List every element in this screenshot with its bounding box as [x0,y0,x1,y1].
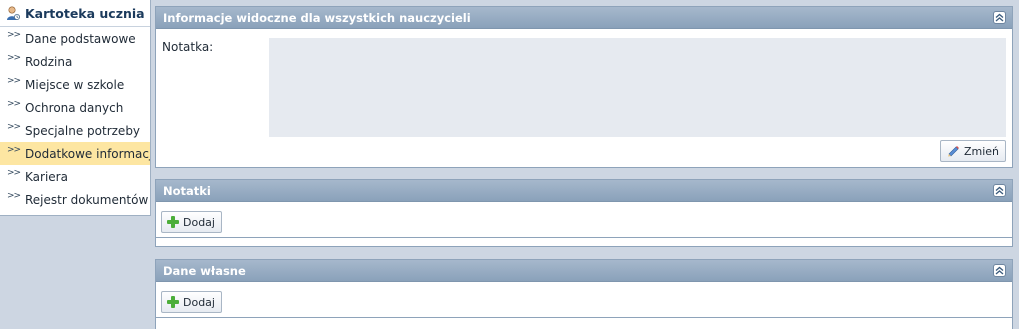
panel-title: Dane własne [163,263,246,278]
panel-header: Informacje widoczne dla wszystkich naucz… [156,7,1012,29]
add-note-button[interactable]: Dodaj [161,211,222,233]
divider [156,317,1012,318]
sidebar-item-miejsce-w-szkole[interactable]: >> Miejsce w szkole [0,73,150,96]
sidebar-item-specjalne-potrzeby[interactable]: >> Specjalne potrzeby [0,119,150,142]
panel-header: Dane własne [156,260,1012,282]
chevron-right-icon: >> [7,191,21,201]
chevron-right-icon: >> [7,76,21,86]
student-record-sidebar: Kartoteka ucznia >> Dane podstawowe >> R… [0,0,151,216]
sidebar-item-label: Ochrona danych [25,100,124,115]
add-button-label: Dodaj [183,215,215,229]
collapse-up-icon[interactable] [993,264,1006,277]
add-own-data-button[interactable]: Dodaj [161,291,222,313]
chevron-right-icon: >> [7,99,21,109]
plus-icon [167,296,179,308]
panel-title: Notatki [163,183,211,198]
chevron-right-icon: >> [7,122,21,132]
change-button-label: Zmień [963,144,999,158]
chevron-right-icon: >> [7,30,21,40]
collapse-up-icon[interactable] [993,11,1006,24]
panel-header: Notatki [156,180,1012,202]
change-button[interactable]: Zmień [939,140,1006,162]
sidebar-header: Kartoteka ucznia [0,0,150,27]
panel-title: Informacje widoczne dla wszystkich naucz… [163,10,471,25]
sidebar-item-rodzina[interactable]: >> Rodzina [0,50,150,73]
collapse-up-icon[interactable] [993,184,1006,197]
sidebar-item-rejestr-dokumentow[interactable]: >> Rejestr dokumentów [0,188,150,211]
sidebar-item-ochrona-danych[interactable]: >> Ochrona danych [0,96,150,119]
sidebar-item-kariera[interactable]: >> Kariera [0,165,150,188]
chevron-right-icon: >> [7,145,21,155]
notes-panel: Notatki Dodaj [155,179,1013,247]
sidebar-item-dane-podstawowe[interactable]: >> Dane podstawowe [0,27,150,50]
own-data-panel: Dane własne Dodaj [155,259,1013,329]
sidebar-item-label: Miejsce w szkole [25,77,125,92]
sidebar-item-label: Specjalne potrzeby [25,123,141,138]
divider [156,237,1012,238]
plus-icon [167,216,179,228]
chevron-right-icon: >> [7,168,21,178]
sidebar-item-label: Rejestr dokumentów [25,192,149,207]
sidebar-item-label: Dodatkowe informacje [25,146,150,161]
info-panel: Informacje widoczne dla wszystkich naucz… [155,6,1013,168]
sidebar-item-dodatkowe-informacje[interactable]: >> Dodatkowe informacje [0,142,150,165]
sidebar-item-label: Dane podstawowe [25,31,136,46]
note-content [269,38,1006,137]
student-icon [5,5,21,21]
chevron-right-icon: >> [7,53,21,63]
note-label: Notatka: [162,40,214,54]
sidebar-item-label: Rodzina [25,54,73,69]
sidebar-title: Kartoteka ucznia [25,5,145,21]
add-button-label: Dodaj [183,295,215,309]
sidebar-item-label: Kariera [25,169,68,184]
pencil-icon [946,145,960,157]
